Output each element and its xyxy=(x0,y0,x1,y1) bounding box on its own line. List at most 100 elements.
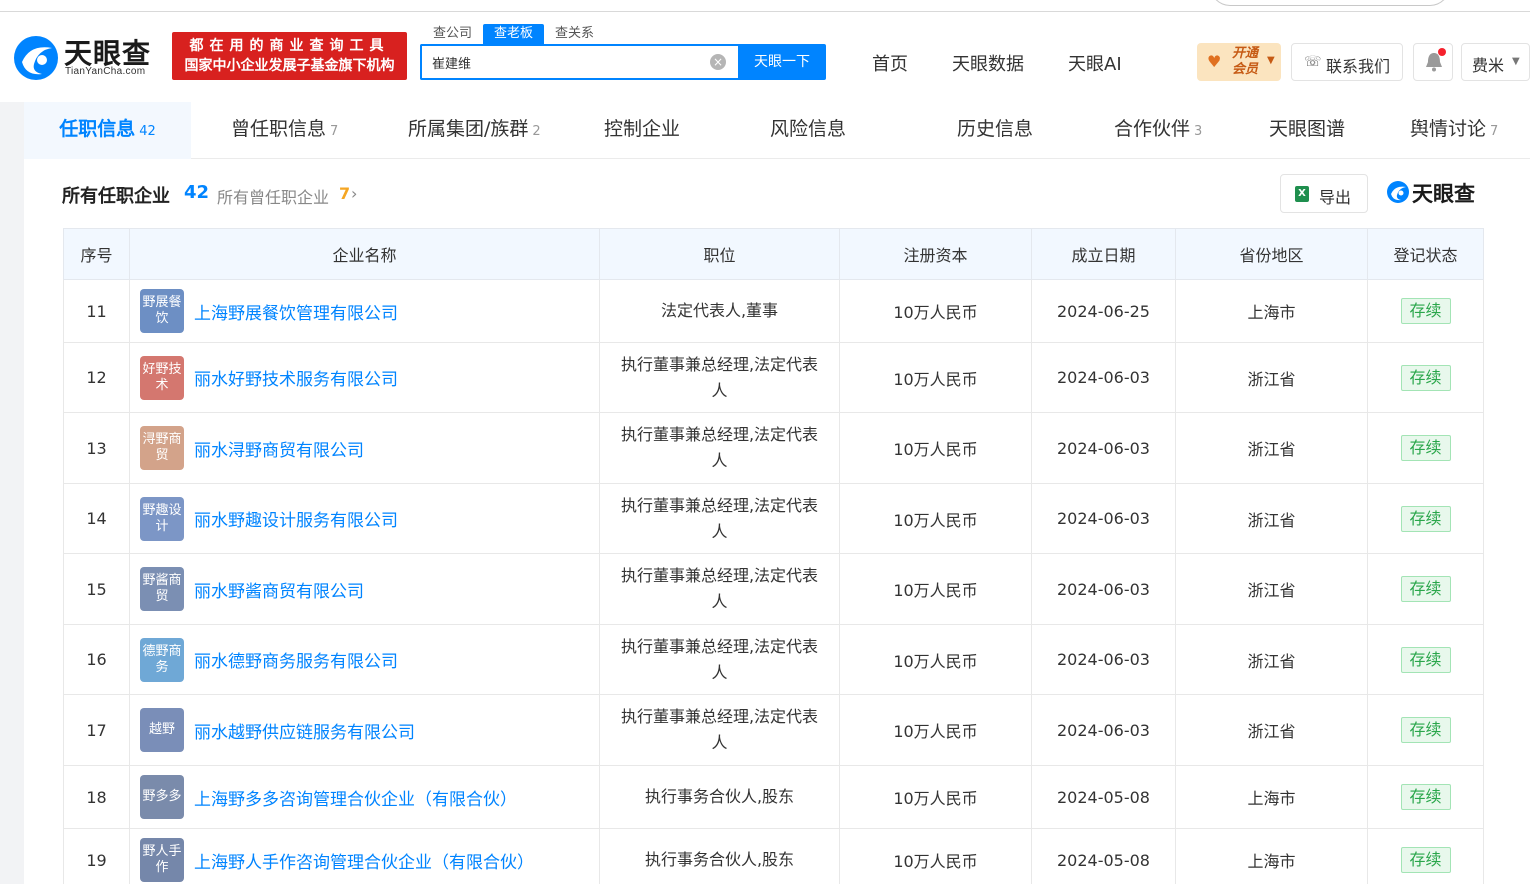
row-no: 15 xyxy=(63,553,130,625)
search-input[interactable] xyxy=(432,46,702,78)
excel-icon: X xyxy=(1295,186,1309,202)
company-logo[interactable]: 浔野商贸 xyxy=(140,426,184,470)
main-content: 任职信息 42 曾任职信息 7 所属集团/族群 2 控制企业 风险信息 历史信息 合作… xyxy=(24,102,1530,884)
clear-icon[interactable]: × xyxy=(710,54,726,70)
company-cell: 野趣设计 丽水野趣设计服务有限公司 xyxy=(129,483,600,554)
col-header-region: 省份地区 xyxy=(1175,228,1368,280)
capital-cell: 10万人民币 xyxy=(839,694,1032,766)
date-cell: 2024-05-08 xyxy=(1031,765,1176,829)
search-type-tabs: 查公司 查老板 查关系 xyxy=(422,24,605,44)
company-logo[interactable]: 越野 xyxy=(140,708,184,752)
date-cell: 2024-06-03 xyxy=(1031,624,1176,695)
tab-current-positions[interactable]: 任职信息 42 xyxy=(24,102,191,159)
region-cell: 上海市 xyxy=(1175,828,1368,884)
chevron-down-icon: ▼ xyxy=(1512,56,1520,67)
former-positions-count[interactable]: 7 xyxy=(339,184,350,203)
search-tab-relation[interactable]: 查关系 xyxy=(544,24,605,44)
company-logo[interactable]: 野多多 xyxy=(140,775,184,819)
search-tab-company[interactable]: 查公司 xyxy=(422,24,483,44)
tab-former-positions[interactable]: 曾任职信息 7 xyxy=(231,102,338,159)
row-no: 16 xyxy=(63,624,130,695)
position-cell: 执行董事兼总经理,法定代表人 xyxy=(599,342,840,413)
company-logo[interactable]: 德野商务 xyxy=(140,637,184,682)
status-cell: 存续 xyxy=(1367,553,1484,625)
company-name-link[interactable]: 丽水浔野商贸有限公司 xyxy=(194,436,364,461)
notification-button[interactable] xyxy=(1413,43,1453,81)
status-badge: 存续 xyxy=(1400,298,1451,324)
tab-label: 任职信息 xyxy=(59,118,136,140)
user-menu[interactable]: 费米 ▼ xyxy=(1461,43,1530,81)
contact-button[interactable]: ☏ 联系我们 xyxy=(1291,43,1403,81)
capital-cell: 10万人民币 xyxy=(839,279,1032,343)
export-button[interactable]: X 导出 xyxy=(1280,174,1368,213)
position-cell: 执行董事兼总经理,法定代表人 xyxy=(599,553,840,625)
company-logo[interactable]: 野展餐饮 xyxy=(140,289,184,333)
date-cell: 2024-06-03 xyxy=(1031,483,1176,554)
status-badge: 存续 xyxy=(1400,784,1451,810)
company-name-link[interactable]: 丽水野酱商贸有限公司 xyxy=(194,577,364,602)
tab-risk[interactable]: 风险信息 xyxy=(770,102,846,159)
region-cell: 浙江省 xyxy=(1175,624,1368,695)
table-row: 11 野展餐饮 上海野展餐饮管理有限公司 法定代表人,董事 10万人民币 2024… xyxy=(63,279,1484,343)
company-name-link[interactable]: 上海野展餐饮管理有限公司 xyxy=(194,299,398,324)
date-cell: 2024-06-03 xyxy=(1031,694,1176,766)
tab-label: 所属集团/族群 xyxy=(408,118,529,140)
tab-history[interactable]: 历史信息 xyxy=(957,102,1033,159)
promo-line-2: 国家中小企业发展子基金旗下机构 xyxy=(184,58,395,74)
col-header-position: 职位 xyxy=(599,228,840,280)
brand-watermark: 天眼查 xyxy=(1386,178,1486,208)
date-cell: 2024-06-03 xyxy=(1031,342,1176,413)
position-cell: 法定代表人,董事 xyxy=(599,279,840,343)
position-cell: 执行董事兼总经理,法定代表人 xyxy=(599,483,840,554)
chevron-right-icon[interactable]: › xyxy=(351,184,357,203)
former-positions-link[interactable]: 所有曾任职企业 xyxy=(217,184,329,208)
tab-sentiment[interactable]: 舆情讨论 7 xyxy=(1410,102,1498,159)
company-name-link[interactable]: 丽水野趣设计服务有限公司 xyxy=(194,506,398,531)
table-row: 16 德野商务 丽水德野商务服务有限公司 执行董事兼总经理,法定代表人 10万人民… xyxy=(63,624,1484,695)
promo-banner[interactable]: 都在用的商业查询工具 国家中小企业发展子基金旗下机构 xyxy=(172,32,407,80)
company-name-link[interactable]: 丽水越野供应链服务有限公司 xyxy=(194,718,415,743)
date-cell: 2024-06-03 xyxy=(1031,412,1176,484)
tab-groups[interactable]: 所属集团/族群 2 xyxy=(408,102,541,159)
company-name-link[interactable]: 上海野人手作咨询管理合伙企业（有限合伙） xyxy=(194,848,534,873)
company-name-link[interactable]: 丽水好野技术服务有限公司 xyxy=(194,365,398,390)
site-header: 天眼查 TianYanCha.com 都在用的商业查询工具 国家中小企业发展子基… xyxy=(0,12,1530,102)
company-name-link[interactable]: 丽水德野商务服务有限公司 xyxy=(194,647,398,672)
search-tab-boss[interactable]: 查老板 xyxy=(483,24,545,44)
row-no: 14 xyxy=(63,483,130,554)
status-badge: 存续 xyxy=(1400,505,1451,532)
company-logo[interactable]: 野人手作 xyxy=(140,838,184,882)
table-body: 11 野展餐饮 上海野展餐饮管理有限公司 法定代表人,董事 10万人民币 2024… xyxy=(63,279,1484,884)
tab-graph[interactable]: 天眼图谱 xyxy=(1269,102,1345,159)
status-badge: 存续 xyxy=(1400,847,1451,873)
company-logo[interactable]: 野酱商贸 xyxy=(140,567,184,611)
site-logo[interactable]: 天眼查 TianYanCha.com xyxy=(12,32,164,84)
date-cell: 2024-06-25 xyxy=(1031,279,1176,343)
contact-label: 联系我们 xyxy=(1326,57,1391,76)
status-badge: 存续 xyxy=(1400,646,1451,673)
company-logo[interactable]: 野趣设计 xyxy=(140,496,184,541)
nav-data[interactable]: 天眼数据 xyxy=(952,50,1024,76)
position-cell: 执行事务合伙人,股东 xyxy=(599,828,840,884)
tab-count: 7 xyxy=(330,124,339,139)
capital-cell: 10万人民币 xyxy=(839,828,1032,884)
company-logo[interactable]: 好野技术 xyxy=(140,355,184,400)
nav-ai[interactable]: 天眼AI xyxy=(1068,50,1122,76)
company-name-link[interactable]: 上海野多多咨询管理合伙企业（有限合伙） xyxy=(194,785,517,810)
tab-controlled[interactable]: 控制企业 xyxy=(604,102,680,159)
table-row: 12 好野技术 丽水好野技术服务有限公司 执行董事兼总经理,法定代表人 10万人民… xyxy=(63,342,1484,413)
capital-cell: 10万人民币 xyxy=(839,765,1032,829)
row-no: 12 xyxy=(63,342,130,413)
status-badge: 存续 xyxy=(1400,576,1451,602)
search-button[interactable]: 天眼一下 xyxy=(738,44,826,80)
table-row: 18 野多多 上海野多多咨询管理合伙企业（有限合伙） 执行事务合伙人,股东 10万… xyxy=(63,765,1484,829)
tab-label: 历史信息 xyxy=(957,118,1034,140)
col-header-date: 成立日期 xyxy=(1031,228,1176,280)
col-header-no: 序号 xyxy=(63,228,130,280)
nav-home[interactable]: 首页 xyxy=(872,50,908,76)
vip-button[interactable]: ♥ 开通会员 ▼ xyxy=(1197,43,1281,81)
tab-partners[interactable]: 合作伙伴 3 xyxy=(1114,102,1202,159)
notification-dot xyxy=(1438,48,1446,56)
status-cell: 存续 xyxy=(1367,765,1484,829)
position-cell: 执行事务合伙人,股东 xyxy=(599,765,840,829)
